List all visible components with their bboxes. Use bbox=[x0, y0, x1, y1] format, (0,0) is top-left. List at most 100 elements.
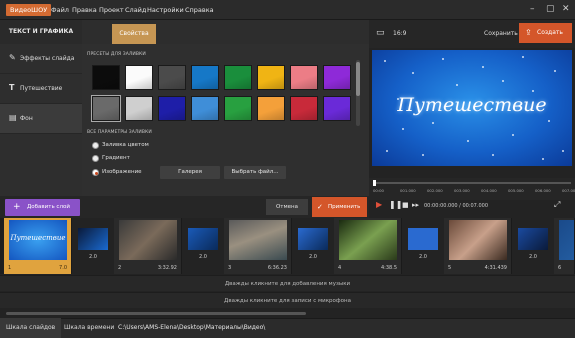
color-swatch[interactable] bbox=[191, 96, 219, 121]
radio-fill-color[interactable] bbox=[92, 142, 99, 149]
star bbox=[412, 72, 414, 74]
menu-help[interactable]: Справка bbox=[185, 5, 214, 15]
tab-properties[interactable]: Свойства bbox=[112, 24, 156, 44]
menu-file[interactable]: Файл bbox=[51, 5, 69, 15]
play-icon[interactable]: ▶ bbox=[376, 200, 382, 209]
transition-slot[interactable]: 2.0 bbox=[292, 218, 334, 274]
effects-icon: ✎ bbox=[9, 53, 16, 62]
slide-thumbnail bbox=[119, 220, 177, 260]
monitor-icon: ▭ bbox=[376, 28, 385, 38]
nav-item-text[interactable]: T Путешествие bbox=[0, 74, 82, 104]
maximize-icon[interactable]: ▢ bbox=[546, 3, 555, 15]
apply-button-label: Применить bbox=[328, 204, 361, 210]
tab-timeline-scale[interactable]: Шкала времени bbox=[58, 318, 120, 338]
menu-project[interactable]: Проект bbox=[99, 5, 124, 15]
nav-item-effects[interactable]: ✎ Эффекты слайда bbox=[0, 44, 82, 74]
close-icon[interactable]: ✕ bbox=[562, 3, 570, 15]
color-swatch[interactable] bbox=[158, 96, 186, 121]
save-button[interactable]: Сохранить bbox=[484, 30, 518, 37]
storyboard-slide[interactable]: 5 4:31.439 bbox=[444, 218, 512, 274]
radio-gradient[interactable] bbox=[92, 155, 99, 162]
radio-image[interactable] bbox=[92, 169, 99, 176]
radio-gradient-label: Градиент bbox=[102, 155, 130, 161]
timeline-tick: 00:00 bbox=[373, 188, 384, 193]
color-swatch[interactable] bbox=[125, 96, 153, 121]
star bbox=[467, 140, 469, 142]
export-icon: ⇪ bbox=[525, 28, 532, 37]
nav-item-background[interactable]: ▤ Фон bbox=[0, 104, 82, 134]
storyboard-scrollbar[interactable] bbox=[0, 309, 575, 318]
color-swatch[interactable] bbox=[91, 95, 121, 122]
text-graphics-header[interactable]: ТЕКСТ И ГРАФИКА bbox=[0, 20, 82, 44]
menu-settings[interactable]: Настройки bbox=[147, 5, 184, 15]
slide-thumbnail bbox=[229, 220, 287, 260]
timeline-tick: 002.000 bbox=[427, 188, 443, 193]
color-swatch[interactable] bbox=[290, 96, 318, 121]
slide-duration: 4:38.5 bbox=[381, 265, 397, 271]
star bbox=[512, 134, 514, 136]
color-swatch[interactable] bbox=[158, 65, 186, 90]
transition-slot[interactable]: 2.0 bbox=[182, 218, 224, 274]
transition-slot[interactable]: 2.0 bbox=[402, 218, 444, 274]
color-swatch[interactable] bbox=[92, 65, 120, 90]
timeline-tick: 003.000 bbox=[454, 188, 470, 193]
slide-number: 6 bbox=[558, 265, 562, 271]
presets-scroll-thumb[interactable] bbox=[356, 62, 360, 96]
star bbox=[482, 66, 484, 68]
menu-slide[interactable]: Слайд bbox=[125, 5, 146, 15]
preview-canvas[interactable]: Путешествие bbox=[372, 50, 572, 166]
stop-icon[interactable]: ■ bbox=[402, 201, 409, 209]
color-swatch[interactable] bbox=[323, 65, 351, 90]
transition-slot[interactable]: 2.0 bbox=[512, 218, 554, 274]
gallery-button[interactable]: Галерея bbox=[160, 166, 220, 179]
storyboard-slide[interactable]: 6 bbox=[554, 218, 575, 274]
color-swatch[interactable] bbox=[191, 65, 219, 90]
tab-slides-scale[interactable]: Шкала слайдов bbox=[0, 318, 62, 338]
choose-file-button[interactable]: Выбрать файл... bbox=[224, 166, 286, 179]
color-swatch[interactable] bbox=[125, 65, 153, 90]
timeline-playhead[interactable] bbox=[373, 180, 376, 186]
star bbox=[384, 60, 386, 62]
preview-timeline[interactable]: 00:00 001.000 002.000 003.000 004.000 005.000… bbox=[369, 178, 575, 200]
star bbox=[402, 128, 404, 130]
color-swatch[interactable] bbox=[224, 96, 252, 121]
star bbox=[386, 150, 388, 152]
color-swatch[interactable] bbox=[257, 96, 285, 121]
star bbox=[502, 80, 504, 82]
cancel-button[interactable]: Отмена bbox=[266, 199, 308, 215]
timeline-tick: 006.000 bbox=[535, 188, 551, 193]
star bbox=[532, 90, 534, 92]
menu-edit[interactable]: Правка bbox=[72, 5, 97, 15]
fullscreen-icon[interactable]: ⤢ bbox=[554, 200, 560, 210]
music-track[interactable]: Дважды кликните для добавления музыки bbox=[0, 275, 575, 291]
minimize-icon[interactable]: – bbox=[530, 3, 535, 15]
nav-item-label: Эффекты слайда bbox=[20, 55, 75, 62]
color-swatch[interactable] bbox=[224, 65, 252, 90]
color-swatch[interactable] bbox=[290, 65, 318, 90]
color-swatch[interactable] bbox=[257, 65, 285, 90]
pause-icon[interactable]: ❚❚ bbox=[389, 200, 402, 209]
nav-item-label: Фон bbox=[20, 115, 33, 122]
timeline-tick: 004.000 bbox=[481, 188, 497, 193]
apply-button[interactable]: ✓ Применить bbox=[312, 197, 367, 217]
timeline-track[interactable] bbox=[373, 182, 571, 184]
star bbox=[562, 150, 564, 152]
timeline-tick: 007.000 bbox=[562, 188, 575, 193]
presets-label: ПРЕСЕТЫ ДЛЯ ЗАЛИВКИ bbox=[87, 52, 146, 57]
add-layer-button[interactable]: + Добавить слой bbox=[5, 199, 80, 216]
radio-image-label: Изображение bbox=[102, 169, 142, 175]
storyboard-slide[interactable]: 3 6:36.23 bbox=[224, 218, 292, 274]
slide-duration: 7.0 bbox=[59, 265, 67, 271]
mic-track[interactable]: Дважды кликните для записи с микрофона bbox=[0, 292, 575, 308]
storyboard-slide[interactable]: 4 4:38.5 bbox=[334, 218, 402, 274]
next-frame-icon[interactable]: ▸▸ bbox=[412, 201, 419, 209]
color-swatch[interactable] bbox=[323, 96, 351, 121]
create-button[interactable]: ⇪ Создать bbox=[519, 23, 572, 43]
storyboard-slide[interactable]: 2 3:32.92 bbox=[114, 218, 182, 274]
storyboard-scroll-thumb[interactable] bbox=[6, 312, 306, 315]
aspect-ratio-select[interactable]: 16:9 bbox=[393, 30, 406, 37]
slide-number: 5 bbox=[448, 265, 452, 271]
transition-slot[interactable]: 2.0 bbox=[72, 218, 114, 274]
slide-thumbnail bbox=[339, 220, 397, 260]
storyboard-slide[interactable]: Путешествие 1 7.0 bbox=[4, 218, 72, 274]
